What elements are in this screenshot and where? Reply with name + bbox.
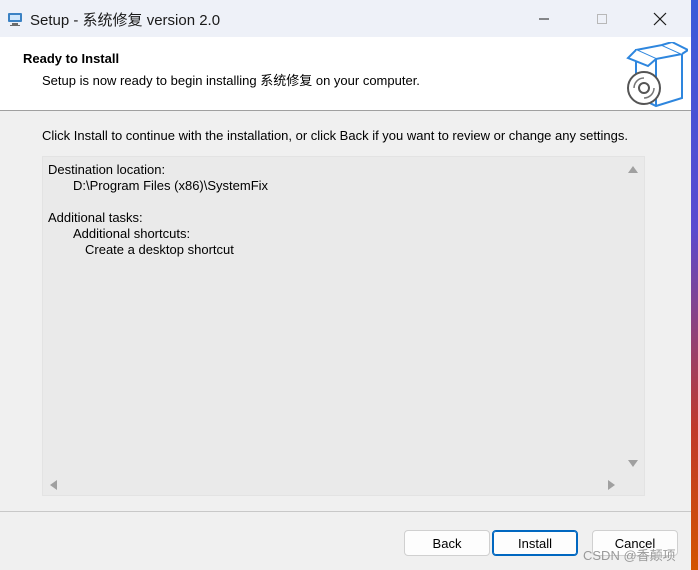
scroll-left-icon[interactable] (50, 480, 57, 490)
close-icon (653, 12, 667, 25)
page-title: Ready to Install (23, 51, 120, 66)
vertical-scrollbar[interactable] (622, 157, 644, 475)
memo-line: Additional tasks: (48, 210, 143, 225)
memo-line: D:\Program Files (x86)\SystemFix (73, 178, 269, 193)
maximize-button[interactable] (573, 0, 631, 37)
scroll-down-icon[interactable] (628, 460, 638, 467)
back-button[interactable]: Back (404, 530, 490, 556)
minimize-icon (539, 18, 549, 19)
page-subtitle: Setup is now ready to begin installing 系… (42, 73, 420, 88)
scrollbar-corner (622, 475, 644, 495)
wizard-header: Ready to Install Setup is now ready to b… (0, 37, 691, 110)
window-title: Setup - 系统修复 version 2.0 (30, 12, 221, 29)
scroll-right-icon[interactable] (608, 480, 615, 490)
maximize-icon (597, 13, 607, 24)
scroll-up-icon[interactable] (628, 166, 638, 173)
memo-line: Create a desktop shortcut (85, 242, 234, 257)
watermark-text: CSDN @香颠项 (583, 548, 676, 563)
desktop-background-strip (691, 0, 698, 570)
memo-line: Destination location: (48, 162, 166, 177)
footer-divider (0, 511, 691, 512)
setup-window: Setup - 系统修复 version 2.0 Ready to Instal… (0, 0, 691, 570)
setup-app-icon (7, 11, 23, 27)
close-button[interactable] (631, 0, 689, 37)
install-box-disc-icon (626, 42, 688, 108)
minimize-button[interactable] (515, 0, 573, 37)
ready-memo-box[interactable]: Destination location: D:\Program Files (… (42, 156, 645, 496)
instruction-text: Click Install to continue with the insta… (42, 128, 629, 143)
horizontal-scrollbar[interactable] (43, 475, 623, 495)
header-divider (0, 110, 691, 111)
title-bar: Setup - 系统修复 version 2.0 (0, 0, 691, 37)
memo-line: Additional shortcuts: (73, 226, 191, 241)
install-button[interactable]: Install (492, 530, 578, 556)
